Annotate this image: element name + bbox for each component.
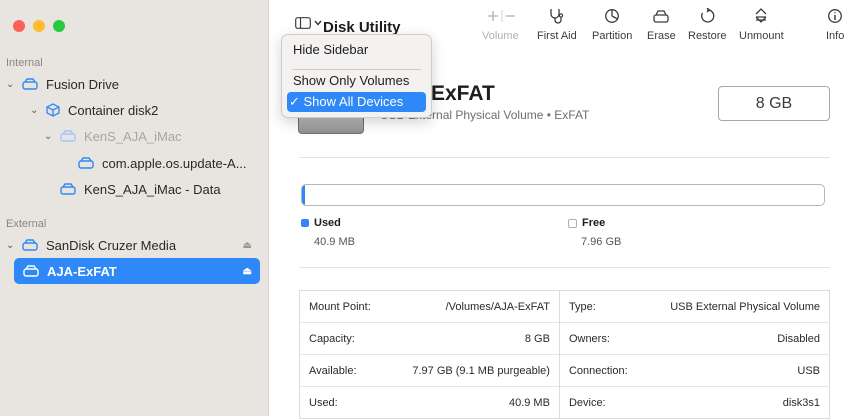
sidebar-item-sandisk[interactable]: ⌄ SanDisk Cruzer Media ⏏ bbox=[0, 233, 260, 257]
close-button[interactable] bbox=[13, 20, 25, 32]
erase-label: Erase bbox=[647, 30, 676, 42]
table-row: Available: 7.97 GB (9.1 MB purgeable) Co… bbox=[299, 354, 830, 387]
info-value: 7.97 GB (9.1 MB purgeable) bbox=[387, 354, 560, 387]
sidebar-item-label: com.apple.os.update-A... bbox=[102, 155, 247, 171]
info-value: Disabled bbox=[644, 322, 830, 355]
sidebar-item-label: Container disk2 bbox=[68, 102, 159, 118]
free-label: Free bbox=[582, 217, 606, 229]
erase-button[interactable]: Erase bbox=[647, 8, 676, 42]
drive-icon bbox=[60, 183, 76, 195]
info-key: Connection: bbox=[559, 354, 645, 387]
volume-button[interactable]: Volume bbox=[482, 8, 519, 42]
menu-separator bbox=[292, 69, 421, 70]
info-value: /Volumes/AJA-ExFAT bbox=[387, 290, 560, 323]
restore-icon bbox=[701, 8, 715, 23]
drive-icon bbox=[22, 78, 38, 90]
info-icon bbox=[828, 9, 843, 23]
info-value: 40.9 MB bbox=[387, 386, 560, 419]
window-controls bbox=[13, 20, 65, 32]
erase-drive-icon bbox=[653, 10, 670, 23]
sidebar-item-kens-aja-imac[interactable]: ⌄ KenS_AJA_iMac bbox=[0, 124, 260, 148]
sidebar: Internal ⌄ Fusion Drive ⌄ Container disk… bbox=[0, 0, 269, 416]
stethoscope-icon bbox=[550, 9, 564, 24]
sidebar-item-label: SanDisk Cruzer Media bbox=[46, 237, 177, 253]
unmount-label: Unmount bbox=[739, 30, 784, 42]
used-label: Used bbox=[314, 217, 341, 229]
info-key: Owners: bbox=[559, 322, 645, 355]
chevron-down-icon bbox=[313, 20, 322, 26]
info-key: Capacity: bbox=[299, 322, 388, 355]
section-label-internal: Internal bbox=[6, 57, 43, 69]
info-key: Device: bbox=[559, 386, 645, 419]
first-aid-button[interactable]: First Aid bbox=[537, 8, 577, 42]
usage-bar-used bbox=[302, 185, 305, 205]
info-key: Type: bbox=[568, 300, 596, 313]
info-label: Info bbox=[826, 30, 845, 42]
sidebar-item-kens-aja-imac-data[interactable]: KenS_AJA_iMac - Data bbox=[0, 177, 260, 201]
free-value: 7.96 GB bbox=[581, 236, 622, 248]
partition-icon bbox=[605, 9, 620, 23]
unmount-button[interactable]: Unmount bbox=[739, 8, 784, 42]
section-label-external: External bbox=[6, 218, 47, 230]
sidebar-item-container[interactable]: ⌄ Container disk2 bbox=[0, 98, 260, 122]
container-icon bbox=[46, 103, 60, 117]
plus-minus-icon bbox=[488, 10, 516, 22]
sidebar-item-fusion-drive[interactable]: ⌄ Fusion Drive bbox=[0, 72, 260, 96]
info-value: 8 GB bbox=[387, 322, 560, 355]
usage-bar bbox=[301, 184, 825, 206]
info-key: Used: bbox=[299, 386, 388, 419]
used-swatch bbox=[301, 219, 309, 227]
volume-label: Volume bbox=[482, 30, 519, 42]
sidebar-item-label: KenS_AJA_iMac - Data bbox=[84, 181, 221, 197]
sidebar-item-label: AJA-ExFAT bbox=[47, 263, 117, 279]
info-value: USB External Physical Volume bbox=[670, 300, 820, 313]
legend-used: Used 40.9 MB bbox=[301, 217, 355, 248]
zoom-button[interactable] bbox=[53, 20, 65, 32]
menu-item-show-only-volumes[interactable]: Show Only Volumes bbox=[287, 71, 426, 91]
minimize-button[interactable] bbox=[33, 20, 45, 32]
partition-button[interactable]: Partition bbox=[592, 8, 632, 42]
first-aid-label: First Aid bbox=[537, 30, 577, 42]
unmount-icon bbox=[755, 8, 767, 23]
divider bbox=[299, 267, 830, 268]
table-row: Mount Point: /Volumes/AJA-ExFAT Type: US… bbox=[300, 290, 830, 323]
info-key: Mount Point: bbox=[309, 300, 371, 313]
menu-item-show-all-devices[interactable]: ✓ Show All Devices bbox=[287, 92, 426, 112]
restore-label: Restore bbox=[688, 30, 727, 42]
eject-icon[interactable]: ⏏ bbox=[243, 240, 252, 251]
sidebar-item-label: KenS_AJA_iMac bbox=[84, 128, 182, 144]
volume-name: ExFAT bbox=[431, 82, 495, 105]
info-value: USB bbox=[644, 354, 830, 387]
chevron-down-icon[interactable]: ⌄ bbox=[6, 240, 16, 251]
restore-button[interactable]: Restore bbox=[688, 8, 727, 42]
divider bbox=[299, 157, 830, 158]
legend-free: Free 7.96 GB bbox=[568, 217, 621, 248]
info-button[interactable]: Info bbox=[826, 8, 844, 42]
used-value: 40.9 MB bbox=[314, 236, 355, 248]
chevron-down-icon[interactable]: ⌄ bbox=[30, 105, 40, 116]
free-swatch bbox=[568, 218, 577, 228]
drive-icon bbox=[78, 157, 94, 169]
drive-icon bbox=[22, 239, 38, 251]
info-table: Mount Point: /Volumes/AJA-ExFAT Type: US… bbox=[299, 290, 830, 419]
drive-icon bbox=[23, 265, 39, 277]
drive-icon bbox=[60, 130, 76, 142]
chevron-down-icon[interactable]: ⌄ bbox=[6, 79, 16, 90]
table-row: Used: 40.9 MB Device: disk3s1 bbox=[299, 386, 830, 419]
sidebar-item-aja-exfat[interactable]: AJA-ExFAT ⏏ bbox=[14, 258, 260, 284]
view-menu: Hide Sidebar Show Only Volumes ✓ Show Al… bbox=[281, 34, 432, 118]
sidebar-item-os-update[interactable]: com.apple.os.update-A... bbox=[0, 151, 260, 175]
info-key: Available: bbox=[299, 354, 388, 387]
menu-item-hide-sidebar[interactable]: Hide Sidebar bbox=[287, 40, 426, 60]
sidebar-icon bbox=[294, 17, 311, 29]
partition-label: Partition bbox=[592, 30, 633, 42]
info-value: disk3s1 bbox=[644, 386, 830, 419]
volume-size: 8 GB bbox=[718, 86, 830, 121]
eject-icon[interactable]: ⏏ bbox=[243, 266, 252, 277]
table-row: Capacity: 8 GB Owners: Disabled bbox=[299, 322, 830, 355]
chevron-down-icon[interactable]: ⌄ bbox=[44, 131, 54, 142]
sidebar-item-label: Fusion Drive bbox=[46, 76, 119, 92]
view-menu-button[interactable] bbox=[289, 12, 327, 34]
